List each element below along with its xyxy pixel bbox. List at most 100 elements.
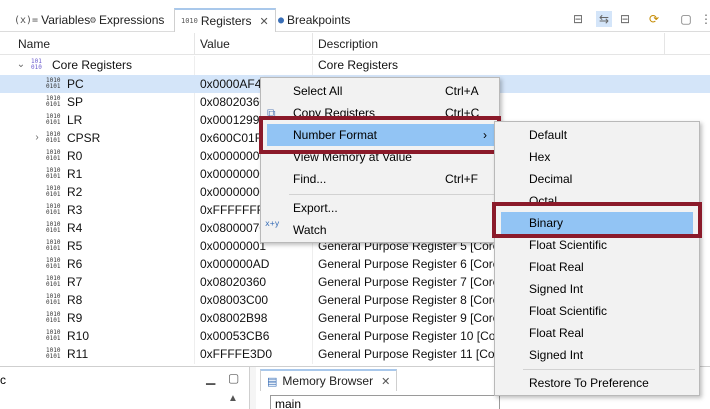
view-tab-bar: (x)= Variables ⚙ Expressions 1010 Regist… bbox=[0, 8, 710, 32]
register-value: 0x00000000 bbox=[200, 149, 267, 163]
column-divider[interactable] bbox=[312, 33, 313, 55]
collapse-all-icon[interactable]: ⊟ bbox=[570, 11, 586, 27]
chevron-down-icon[interactable]: ⌄ bbox=[16, 56, 26, 74]
chevron-right-icon[interactable]: › bbox=[32, 129, 42, 147]
register-description: General Purpose Register 6 [Core] bbox=[318, 257, 503, 271]
submenu-item-hex[interactable]: Hex bbox=[495, 146, 699, 168]
register-value: 0x08000070 bbox=[200, 221, 267, 235]
menu-item-shortcut: Ctrl+F bbox=[445, 172, 478, 186]
submenu-item-float-real[interactable]: Float Real bbox=[495, 256, 699, 278]
register-value: 0x08003C00 bbox=[200, 293, 269, 307]
register-name: Core Registers bbox=[52, 58, 133, 72]
register-description: Core Registers bbox=[318, 58, 399, 72]
view-menu-icon[interactable]: ⋮ bbox=[698, 11, 710, 27]
register-description: General Purpose Register 8 [Core] bbox=[318, 293, 503, 307]
tab-expressions[interactable]: ⚙ Expressions bbox=[90, 8, 164, 32]
tab-breakpoints[interactable]: ● Breakpoints bbox=[278, 8, 350, 32]
register-icon: 1010 0101 bbox=[46, 113, 61, 126]
submenu-item-float-scientific[interactable]: Float Scientific bbox=[495, 300, 699, 322]
registers-table-header: Name Value Description bbox=[0, 33, 710, 55]
scroll-up-icon[interactable]: ▲ bbox=[228, 393, 238, 404]
tab-variables[interactable]: (x)= Variables bbox=[14, 8, 90, 32]
annotation-box-binary bbox=[492, 202, 702, 238]
register-value: 0x00012999 bbox=[200, 113, 267, 127]
submenu-item-signed-int[interactable]: Signed Int bbox=[495, 278, 699, 300]
register-description: General Purpose Register 7 [Core] bbox=[318, 275, 503, 289]
tab-expressions-label: Expressions bbox=[99, 13, 165, 27]
register-value: 0x08002B98 bbox=[200, 311, 268, 325]
menu-item-label: Find... bbox=[293, 172, 327, 186]
register-name: SP bbox=[67, 95, 84, 109]
submenu-item-restore-to-preference[interactable]: Restore To Preference bbox=[495, 372, 699, 394]
tab-registers[interactable]: 1010 Registers ✕ bbox=[174, 8, 276, 32]
register-icon: 1010 0101 bbox=[46, 293, 61, 306]
submenu-item-label: Float Real bbox=[529, 260, 584, 274]
register-description: General Purpose Register 11 [Core] bbox=[318, 347, 509, 361]
register-value: 0x00053CB6 bbox=[200, 329, 270, 343]
register-name: R3 bbox=[67, 203, 83, 217]
register-icon: 1010 0101 bbox=[46, 347, 61, 360]
registers-icon: 1010 bbox=[181, 16, 198, 25]
submenu-item-decimal[interactable]: Decimal bbox=[495, 168, 699, 190]
register-name: R1 bbox=[67, 167, 83, 181]
column-header-value[interactable]: Value bbox=[200, 33, 230, 55]
watch-icon: x+y bbox=[265, 219, 280, 228]
register-name: CPSR bbox=[67, 131, 101, 145]
memory-icon: ▤ bbox=[267, 375, 278, 388]
register-icon: 1010 0101 bbox=[46, 329, 61, 342]
menu-item-label: Watch bbox=[293, 223, 327, 237]
register-name: R6 bbox=[67, 257, 83, 271]
layout-toggle-icon[interactable]: ⇆ bbox=[596, 11, 612, 27]
submenu-item-float-real[interactable]: Float Real bbox=[495, 322, 699, 344]
menu-separator bbox=[523, 369, 695, 370]
maximize-icon[interactable]: ▢ bbox=[228, 371, 239, 385]
close-icon[interactable]: ✕ bbox=[260, 15, 269, 28]
menu-item-find[interactable]: Find... Ctrl+F bbox=[261, 168, 499, 190]
close-icon[interactable]: ✕ bbox=[381, 375, 390, 388]
memory-address-input[interactable]: main bbox=[270, 395, 500, 409]
register-name: R5 bbox=[67, 239, 83, 253]
register-value: 0xFFFFE3D0 bbox=[200, 347, 273, 361]
menu-separator bbox=[289, 194, 495, 195]
register-icon: 1010 0101 bbox=[46, 77, 61, 90]
register-description: General Purpose Register 10 [Core] bbox=[318, 329, 510, 343]
new-view-icon[interactable]: ▢ bbox=[678, 11, 694, 27]
tab-memory-browser[interactable]: ▤ Memory Browser ✕ bbox=[260, 369, 398, 391]
register-value: 0x00000000 bbox=[200, 167, 267, 181]
column-header-name[interactable]: Name bbox=[18, 33, 50, 55]
table-row-core-registers[interactable]: ⌄ 101 010 Core Registers Core Registers bbox=[0, 56, 710, 74]
sync-icon[interactable]: ⟳ bbox=[646, 11, 662, 27]
register-value: 0x08020360 bbox=[200, 95, 267, 109]
register-icon: 1010 0101 bbox=[46, 203, 61, 216]
submenu-item-label: Decimal bbox=[529, 172, 573, 186]
register-name: LR bbox=[67, 113, 83, 127]
menu-item-label: Select All bbox=[293, 84, 343, 98]
menu-item-export[interactable]: Export... bbox=[261, 197, 499, 219]
column-header-description[interactable]: Description bbox=[318, 33, 378, 55]
menu-item-watch[interactable]: x+y Watch bbox=[261, 219, 499, 241]
expressions-icon: ⚙ bbox=[90, 14, 97, 26]
context-menu: Select All Ctrl+A ⧉ Copy Registers Ctrl+… bbox=[260, 77, 500, 243]
register-icon: 1010 0101 bbox=[46, 149, 61, 162]
register-value: 0x08020360 bbox=[200, 275, 267, 289]
menu-item-label: Export... bbox=[293, 201, 338, 215]
tab-variables-label: Variables bbox=[41, 13, 91, 27]
register-name: R8 bbox=[67, 293, 83, 307]
register-value: 0x000000AD bbox=[200, 257, 270, 271]
register-icon: 1010 0101 bbox=[46, 185, 61, 198]
number-format-submenu: Default Hex Decimal Octal Binary Float S… bbox=[494, 121, 700, 396]
submenu-item-default[interactable]: Default bbox=[495, 124, 699, 146]
tab-breakpoints-label: Breakpoints bbox=[287, 13, 351, 27]
menu-item-select-all[interactable]: Select All Ctrl+A bbox=[261, 80, 499, 102]
register-icon: 1010 0101 bbox=[46, 257, 61, 270]
minimize-pane-icon[interactable]: ⊟ bbox=[617, 11, 633, 27]
column-divider[interactable] bbox=[664, 33, 665, 55]
minimize-icon[interactable]: ▁ bbox=[206, 371, 215, 385]
register-icon: 1010 0101 bbox=[46, 221, 61, 234]
annotation-box-number-format bbox=[259, 116, 501, 154]
panel-tab-label[interactable]: c bbox=[0, 373, 6, 387]
column-divider[interactable] bbox=[194, 33, 195, 55]
submenu-item-signed-int[interactable]: Signed Int bbox=[495, 344, 699, 366]
register-icon: 1010 0101 bbox=[46, 311, 61, 324]
register-name: R2 bbox=[67, 185, 83, 199]
